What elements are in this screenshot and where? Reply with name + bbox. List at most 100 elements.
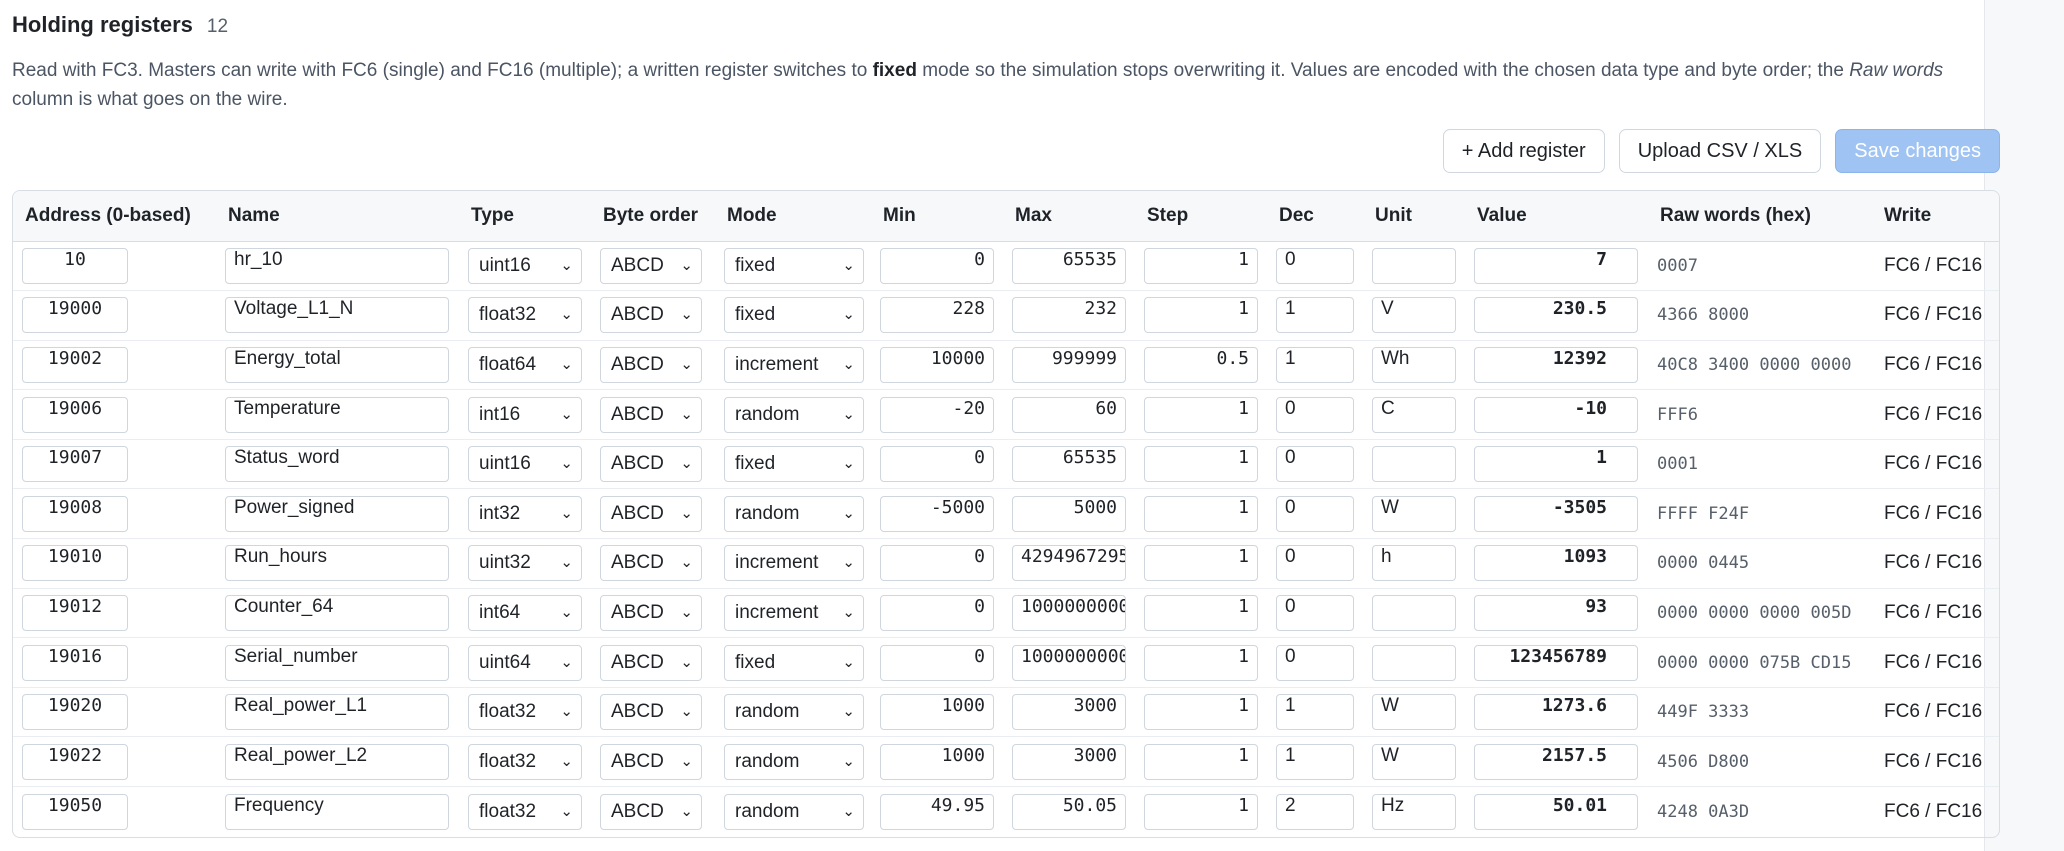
max-input[interactable]: 5000: [1012, 495, 1126, 532]
name-input[interactable]: Energy_total: [225, 346, 449, 383]
value-input[interactable]: 1: [1474, 446, 1638, 483]
max-input[interactable]: 3000: [1012, 743, 1126, 780]
min-input[interactable]: 0: [880, 545, 994, 582]
value-input[interactable]: 12392: [1474, 346, 1638, 383]
upload-csv-button[interactable]: Upload CSV / XLS: [1618, 129, 1822, 173]
mode-select[interactable]: increment ⌄: [724, 594, 864, 631]
value-input[interactable]: 93: [1474, 594, 1638, 631]
name-input[interactable]: Real_power_L1: [225, 694, 449, 731]
mode-select[interactable]: random ⌄: [724, 495, 864, 532]
address-input[interactable]: 19022: [22, 743, 128, 780]
byte-order-select[interactable]: ABCD ⌄: [600, 793, 702, 830]
name-input[interactable]: Run_hours: [225, 545, 449, 582]
type-select[interactable]: float32 ⌄: [468, 743, 582, 780]
value-input[interactable]: -10: [1474, 396, 1638, 433]
unit-input[interactable]: W: [1372, 694, 1456, 731]
dec-input[interactable]: 1: [1276, 694, 1354, 731]
add-register-button[interactable]: + Add register: [1442, 129, 1605, 173]
address-input[interactable]: 19000: [22, 297, 128, 334]
min-input[interactable]: 10000: [880, 346, 994, 383]
step-input[interactable]: 1: [1144, 247, 1258, 284]
type-select[interactable]: float32 ⌄: [468, 793, 582, 830]
mode-select[interactable]: random ⌄: [724, 694, 864, 731]
max-input[interactable]: 1000000000: [1012, 594, 1126, 631]
name-input[interactable]: Status_word: [225, 446, 449, 483]
step-input[interactable]: 1: [1144, 297, 1258, 334]
step-input[interactable]: 1: [1144, 495, 1258, 532]
mode-select[interactable]: fixed ⌄: [724, 297, 864, 334]
address-input[interactable]: 19016: [22, 644, 128, 681]
dec-input[interactable]: 1: [1276, 297, 1354, 334]
type-select[interactable]: uint64 ⌄: [468, 644, 582, 681]
address-input[interactable]: 19012: [22, 594, 128, 631]
unit-input[interactable]: h: [1372, 545, 1456, 582]
byte-order-select[interactable]: ABCD ⌄: [600, 694, 702, 731]
address-input[interactable]: 19008: [22, 495, 128, 532]
mode-select[interactable]: fixed ⌄: [724, 446, 864, 483]
name-input[interactable]: Real_power_L2: [225, 743, 449, 780]
dec-input[interactable]: 1: [1276, 346, 1354, 383]
mode-select[interactable]: random ⌄: [724, 743, 864, 780]
dec-input[interactable]: 2: [1276, 793, 1354, 830]
type-select[interactable]: int64 ⌄: [468, 594, 582, 631]
name-input[interactable]: Counter_64: [225, 594, 449, 631]
name-input[interactable]: Power_signed: [225, 495, 449, 532]
unit-input[interactable]: [1372, 594, 1456, 631]
max-input[interactable]: 3000: [1012, 694, 1126, 731]
max-input[interactable]: 1000000000: [1012, 644, 1126, 681]
dec-input[interactable]: 0: [1276, 594, 1354, 631]
byte-order-select[interactable]: ABCD ⌄: [600, 346, 702, 383]
max-input[interactable]: 65535: [1012, 446, 1126, 483]
unit-input[interactable]: Hz: [1372, 793, 1456, 830]
step-input[interactable]: 1: [1144, 694, 1258, 731]
byte-order-select[interactable]: ABCD ⌄: [600, 446, 702, 483]
mode-select[interactable]: random ⌄: [724, 396, 864, 433]
mode-select[interactable]: random ⌄: [724, 793, 864, 830]
value-input[interactable]: 50.01: [1474, 793, 1638, 830]
min-input[interactable]: 0: [880, 247, 994, 284]
min-input[interactable]: 1000: [880, 694, 994, 731]
unit-input[interactable]: Wh: [1372, 346, 1456, 383]
type-select[interactable]: int16 ⌄: [468, 396, 582, 433]
dec-input[interactable]: 0: [1276, 396, 1354, 433]
name-input[interactable]: Frequency: [225, 793, 449, 830]
max-input[interactable]: 50.05: [1012, 793, 1126, 830]
save-changes-button[interactable]: Save changes: [1835, 129, 2000, 173]
step-input[interactable]: 1: [1144, 396, 1258, 433]
value-input[interactable]: 230.5: [1474, 297, 1638, 334]
dec-input[interactable]: 0: [1276, 495, 1354, 532]
max-input[interactable]: 65535: [1012, 247, 1126, 284]
unit-input[interactable]: [1372, 247, 1456, 284]
byte-order-select[interactable]: ABCD ⌄: [600, 247, 702, 284]
mode-select[interactable]: increment ⌄: [724, 346, 864, 383]
value-input[interactable]: 1273.6: [1474, 694, 1638, 731]
step-input[interactable]: 1: [1144, 644, 1258, 681]
byte-order-select[interactable]: ABCD ⌄: [600, 644, 702, 681]
type-select[interactable]: float32 ⌄: [468, 297, 582, 334]
type-select[interactable]: float64 ⌄: [468, 346, 582, 383]
dec-input[interactable]: 1: [1276, 743, 1354, 780]
unit-input[interactable]: [1372, 644, 1456, 681]
address-input[interactable]: 19010: [22, 545, 128, 582]
type-select[interactable]: uint16 ⌄: [468, 247, 582, 284]
type-select[interactable]: uint32 ⌄: [468, 545, 582, 582]
max-input[interactable]: 232: [1012, 297, 1126, 334]
name-input[interactable]: Voltage_L1_N: [225, 297, 449, 334]
min-input[interactable]: 228: [880, 297, 994, 334]
max-input[interactable]: 60: [1012, 396, 1126, 433]
unit-input[interactable]: [1372, 446, 1456, 483]
byte-order-select[interactable]: ABCD ⌄: [600, 594, 702, 631]
address-input[interactable]: 19050: [22, 793, 128, 830]
type-select[interactable]: int32 ⌄: [468, 495, 582, 532]
address-input[interactable]: 19002: [22, 346, 128, 383]
unit-input[interactable]: V: [1372, 297, 1456, 334]
name-input[interactable]: Temperature: [225, 396, 449, 433]
type-select[interactable]: float32 ⌄: [468, 694, 582, 731]
step-input[interactable]: 1: [1144, 545, 1258, 582]
min-input[interactable]: 0: [880, 644, 994, 681]
mode-select[interactable]: increment ⌄: [724, 545, 864, 582]
step-input[interactable]: 1: [1144, 743, 1258, 780]
dec-input[interactable]: 0: [1276, 545, 1354, 582]
dec-input[interactable]: 0: [1276, 247, 1354, 284]
min-input[interactable]: -5000: [880, 495, 994, 532]
